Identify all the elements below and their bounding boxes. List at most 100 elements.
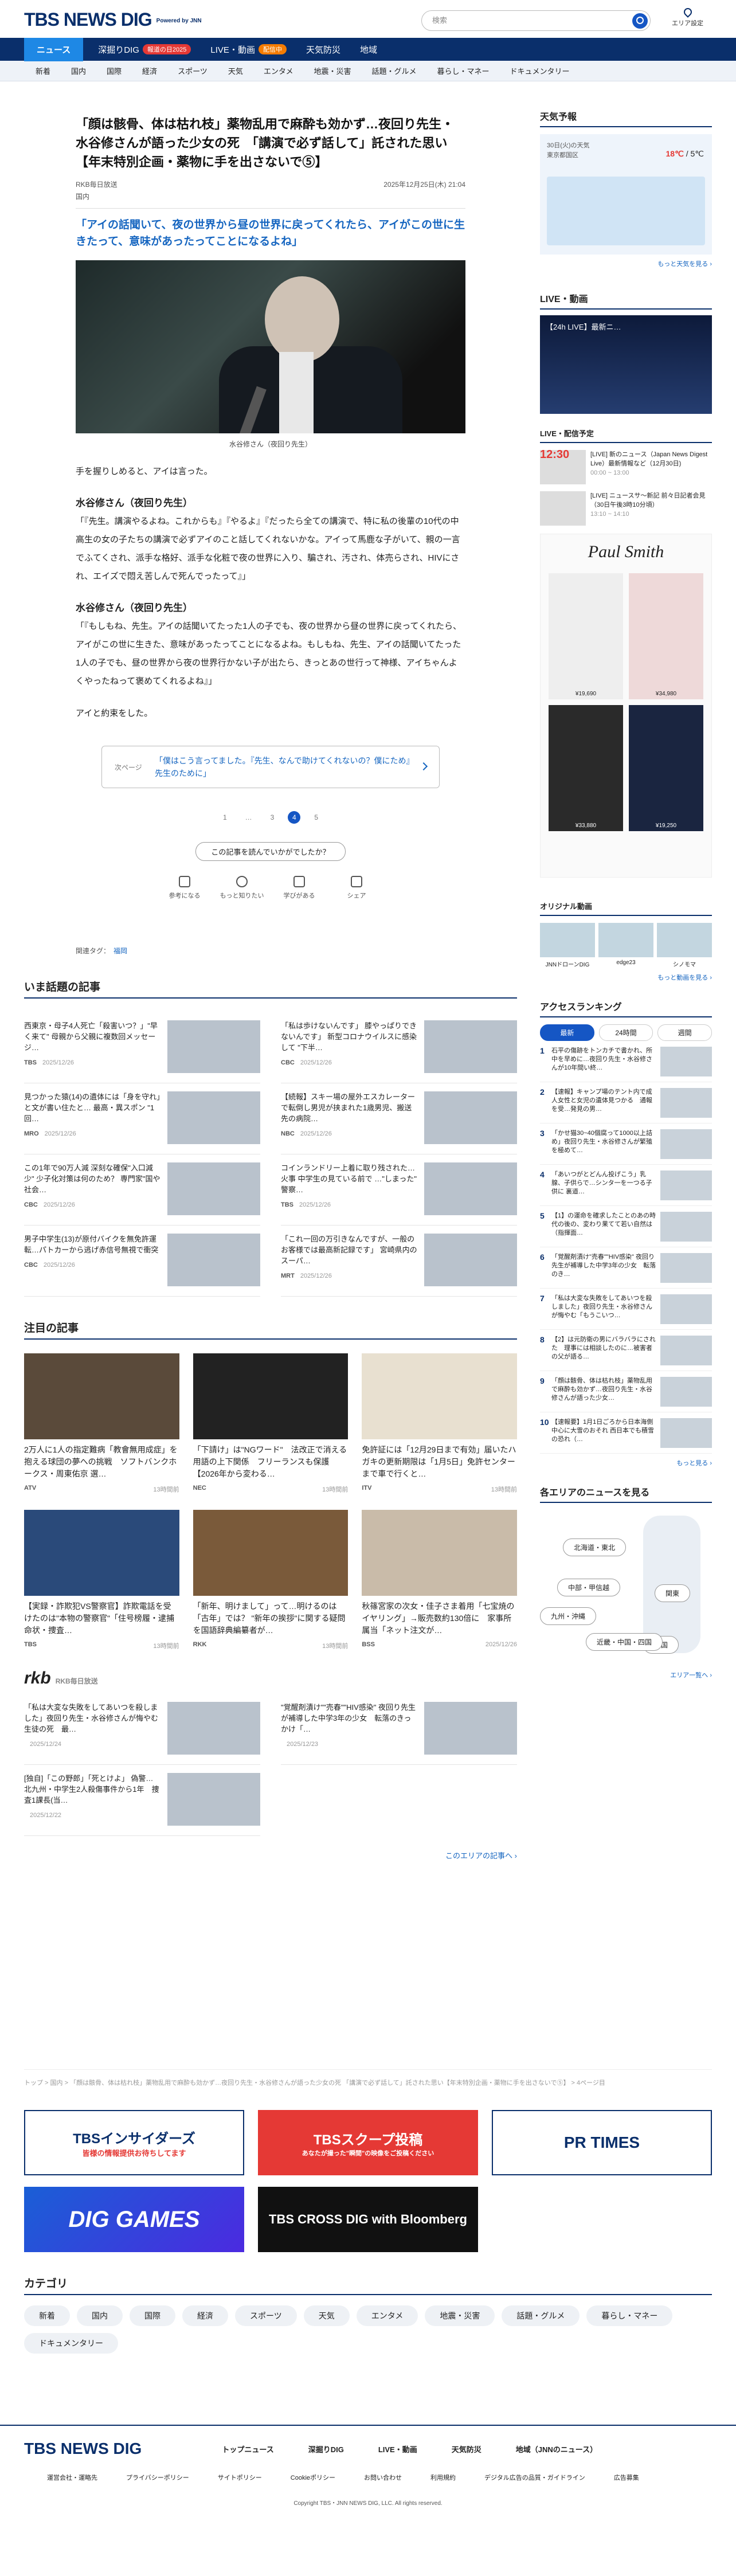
scoop-banner[interactable]: TBSスクープ投稿 あなたが撮った"瞬間"の映像をご投稿ください <box>258 2110 478 2175</box>
tag-link[interactable]: 福岡 <box>113 947 127 955</box>
weather-widget[interactable]: 30日(火)の天気 東京都国区 18℃ / 5℃ <box>540 134 712 255</box>
footer-sub-link[interactable]: 運営会社・運略先 <box>47 2473 97 2482</box>
area-button[interactable]: 中部・甲信越 <box>557 1579 621 1596</box>
share-button[interactable]: シェア <box>328 876 385 900</box>
category-chip[interactable]: 話題・グルメ <box>502 2305 580 2326</box>
original-video-item[interactable]: JNNドローンDIG <box>540 923 595 968</box>
category-chip[interactable]: ドキュメンタリー <box>24 2333 118 2354</box>
ad-product[interactable]: ¥19,690 <box>549 573 623 699</box>
category-chip[interactable]: 国際 <box>130 2305 175 2326</box>
article-card[interactable]: 「これ一回の万引きなんですが、一般のお客様では最高新記録です」 宮崎県内のスーパ… <box>281 1226 517 1297</box>
insiders-banner[interactable]: TBSインサイダーズ 皆様の情報提供お待ちしてます <box>24 2110 244 2175</box>
ad-product[interactable]: ¥19,250 <box>629 705 703 831</box>
featured-card[interactable]: 【実録・詐欺犯VS警察官】詐欺電話を受けたのは"本物の警察官"「住号榜履・逮捕命… <box>24 1510 179 1650</box>
footer-sub-link[interactable]: デジタル広告の品質・ガイドライン <box>484 2473 585 2482</box>
article-card[interactable]: 「私は大変な失敗をしてあいつを殺しました」夜回り先生・水谷修さんが悔やむ生徒の死… <box>24 1694 260 1765</box>
original-more-link[interactable]: もっと動画を見る › <box>540 973 712 982</box>
category-chip[interactable]: 地震・災害 <box>425 2305 495 2326</box>
featured-card[interactable]: 免許証には「12月29日まで有効」届いたハガキの更新期限は「1月5日」免許センタ… <box>362 1353 517 1494</box>
article-card[interactable]: 男子中学生(13)が原付バイクを無免許運転…パトカーから逃げ赤信号無視で衝突 CB… <box>24 1226 260 1297</box>
category-chip[interactable]: 経済 <box>182 2305 228 2326</box>
article-card[interactable]: 【続報】スキー場の屋外エスカレーターで転倒し男児が挟まれた1歳男児、搬送先の病院… <box>281 1083 517 1154</box>
ranking-item[interactable]: 10 【速報要】1月1日ごろから日本海側中心に大雪のおそれ 西日本でも積雪の恐れ（… <box>540 1418 712 1454</box>
nav-live[interactable]: LIVE・動画 配信中 <box>210 44 287 56</box>
article-category[interactable]: 国内 <box>76 191 465 209</box>
search-input[interactable]: 検索 <box>421 10 651 31</box>
ranking-item[interactable]: 9 「顔は骸骨、体は枯れ枝」薬物乱用で麻酔も効かず…夜回り先生・水谷修さんが語った… <box>540 1377 712 1412</box>
category-nav-item[interactable]: ドキュメンタリー <box>510 65 570 76</box>
schedule-item[interactable]: [LIVE] ニュースサ～新記 前々日記者会見（30日午後3時10分頃） 13:1… <box>540 491 712 526</box>
area-button[interactable]: 近畿・中国・四国 <box>586 1633 663 1651</box>
footer-sub-link[interactable]: お問い合わせ <box>364 2473 402 2482</box>
article-card[interactable]: [独自]「この野郎」「死とけよ」 偽警… 北九州・中学生2人殺傷事件から1年 捜… <box>24 1765 260 1836</box>
ranking-item[interactable]: 6 「覚醒剤漬け"売春""HIV感染" 夜回り先生が補導した中学3年の少女 転落の… <box>540 1253 712 1289</box>
category-nav-item[interactable]: 国際 <box>107 65 122 76</box>
category-nav-item[interactable]: 新着 <box>36 65 50 76</box>
ad-product[interactable]: ¥33,880 <box>549 705 623 831</box>
category-nav-item[interactable]: 話題・グルメ <box>371 65 416 76</box>
featured-card[interactable]: 「新年、明けまして」って…明けるのは「古年」では？ "新年の挨拶"に関する疑問を… <box>193 1510 349 1650</box>
ad-product[interactable]: ¥34,980 <box>629 573 703 699</box>
featured-card[interactable]: 「下請け」は"NGワード" 法改正で消える用語の上下関係 フリーランスも保護【2… <box>193 1353 349 1494</box>
article-card[interactable]: 「私は歩けないんです」 膝やっぱりできないんです」 新型コロナウイルスに感染して… <box>281 1012 517 1083</box>
weather-more-link[interactable]: もっと天気を見る › <box>540 259 712 268</box>
ranking-item[interactable]: 8 【2】は元防衛の男にバラバラにされた 理事には相談したのに…被害者の父が語る… <box>540 1336 712 1371</box>
schedule-item[interactable]: 12:30 [LIVE] 新のニュース（Japan News Digest Liv… <box>540 449 712 484</box>
area-button[interactable]: 関東 <box>655 1584 691 1602</box>
ranking-item[interactable]: 2 【速報】キャンプ場のテント内で成人女性と女児の遺体見つかる 通報を受…発見の男… <box>540 1088 712 1123</box>
ranking-item[interactable]: 4 「あいつがとどんん投げこう」乳腺、子供らで…シンタ一を一つる子供に 裏道… <box>540 1170 712 1206</box>
reaction-learn[interactable]: 学びがある <box>271 876 328 900</box>
footer-link[interactable]: 天気防災 <box>452 2444 481 2454</box>
reaction-more[interactable]: もっと知りたい <box>213 876 271 900</box>
original-video-item[interactable]: edge23 <box>598 923 653 968</box>
cross-dig-banner[interactable]: TBS CROSS DIG with Bloomberg <box>258 2187 478 2252</box>
footer-sub-link[interactable]: 利用規約 <box>430 2473 456 2482</box>
area-articles-link[interactable]: このエリアの記事へ › <box>24 1850 517 1861</box>
category-nav-item[interactable]: 暮らし・マネー <box>437 65 489 76</box>
page-link[interactable]: 1 <box>223 813 227 821</box>
site-logo[interactable]: TBS NEWS DIG Powered by JNN <box>24 9 202 30</box>
category-nav-item[interactable]: エンタメ <box>264 65 293 76</box>
page-link[interactable]: 5 <box>314 813 318 821</box>
footer-logo[interactable]: TBS NEWS DIG <box>24 2440 142 2458</box>
prtimes-banner[interactable]: PR TIMES <box>492 2110 712 2175</box>
page-link[interactable]: 3 <box>271 813 275 821</box>
ranking-item[interactable]: 5 【1】の運命を確求したことのあの時代の後の、変わり果てて若い自然は（指揮面… <box>540 1212 712 1247</box>
ranking-item[interactable]: 1 石平の傷跡をトンカチで書かれ、所中を早めに…夜回り先生・水谷修さんが10年間い… <box>540 1047 712 1082</box>
category-chip[interactable]: 暮らし・マネー <box>586 2305 673 2326</box>
footer-link[interactable]: LIVE・動画 <box>378 2444 417 2454</box>
nav-weather[interactable]: 天気防災 <box>306 44 340 56</box>
search-icon[interactable] <box>632 13 648 29</box>
footer-sub-link[interactable]: プライバシーポリシー <box>126 2473 189 2482</box>
category-nav-item[interactable]: 国内 <box>71 65 86 76</box>
next-page-link[interactable]: 次ページ 「僕はこう言ってました。『先生、なんで助けてくれないの？僕にため』先生… <box>101 746 440 788</box>
advertisement[interactable]: Paul Smith ¥19,690 ¥34,980 ¥33,880 ¥19,2… <box>540 534 712 878</box>
category-chip[interactable]: 天気 <box>303 2305 350 2326</box>
ranking-tab-weekly[interactable]: 週間 <box>657 1024 712 1041</box>
dig-games-banner[interactable]: DIG GAMES <box>24 2187 244 2252</box>
category-chip[interactable]: エンタメ <box>356 2305 418 2326</box>
article-card[interactable]: この1年で90万人減 深刻な確保"入口減少" 少子化対策は何のため？ 専門家"国… <box>24 1154 260 1226</box>
featured-card[interactable]: 秋篠宮家の次女・佳子さま着用「七宝焼のイヤリング」→販売数約130倍に 家事所属… <box>362 1510 517 1650</box>
nav-region[interactable]: 地域 <box>360 44 377 56</box>
category-nav-item[interactable]: 天気 <box>228 65 243 76</box>
breadcrumb[interactable]: トップ > 国内 > 「顔は骸骨、体は枯れ枝」薬物乱用で麻酔も効かず…夜回り先生… <box>24 2069 712 2087</box>
ranking-more-link[interactable]: もっと見る › <box>540 1458 712 1467</box>
category-chip[interactable]: 国内 <box>77 2305 123 2326</box>
original-video-item[interactable]: シノモマ <box>657 923 712 968</box>
category-chip[interactable]: スポーツ <box>235 2305 297 2326</box>
footer-link[interactable]: トップニュース <box>222 2444 273 2454</box>
category-nav-item[interactable]: スポーツ <box>178 65 208 76</box>
article-card[interactable]: 見つかった猿(14)の遺体には「身を守れ」と文が書い住たと… 最高・異スポン "… <box>24 1083 260 1154</box>
article-card[interactable]: 西東京・母子4人死亡「殺害いつ？」"早く来て" 母親から父親に複数回メッセージ…… <box>24 1012 260 1083</box>
ranking-item[interactable]: 7 「私は大変な失敗をしてあいつを殺しました」夜回り先生・水谷修さんが悔やむ「もう… <box>540 1294 712 1330</box>
article-source[interactable]: RKB毎日放送 <box>76 179 118 189</box>
article-card[interactable]: "覚醒剤漬け""売春""HIV感染" 夜回り先生が補導した中学3年の少女 転落の… <box>281 1694 517 1765</box>
ranking-tab-24h[interactable]: 24時間 <box>598 1024 653 1041</box>
category-nav-item[interactable]: 地震・災害 <box>314 65 351 76</box>
reaction-helpful[interactable]: 参考になる <box>156 876 213 900</box>
footer-link[interactable]: 深掘りDIG <box>308 2444 344 2454</box>
nav-news[interactable]: ニュース <box>24 37 84 61</box>
footer-link[interactable]: 地域（JNNのニュース） <box>516 2444 597 2454</box>
area-button[interactable]: 九州・沖縄 <box>540 1607 597 1625</box>
